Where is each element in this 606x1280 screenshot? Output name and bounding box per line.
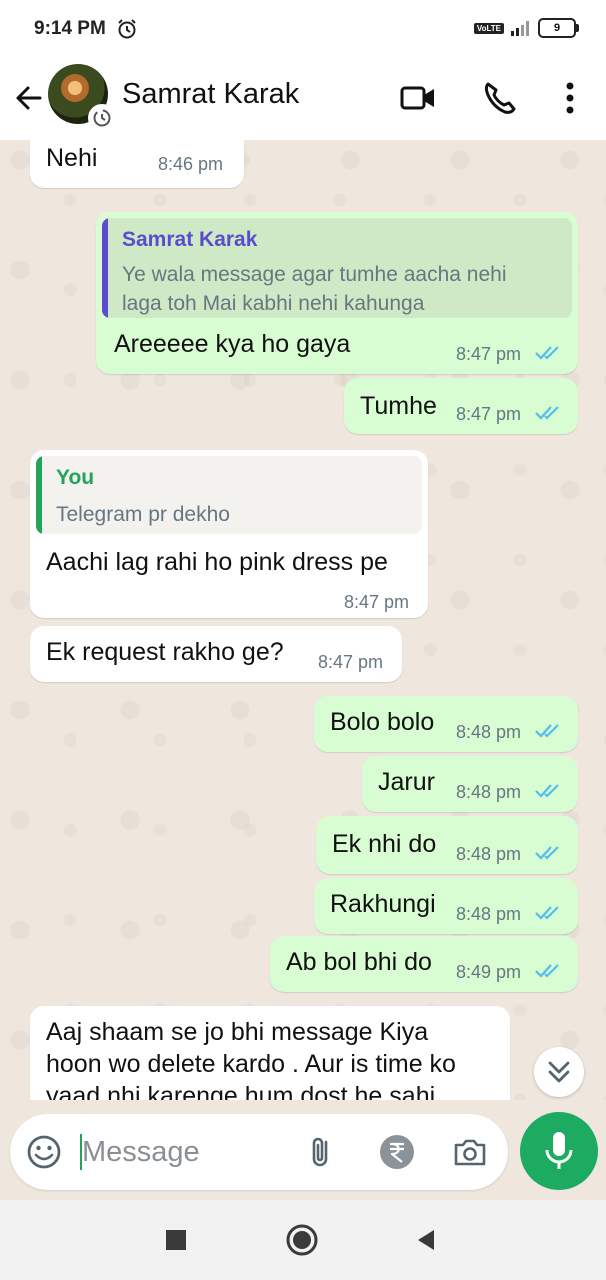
outgoing-message[interactable]: Ek nhi do 8:48 pm — [316, 816, 578, 874]
message-time: 8:49 pm — [456, 962, 522, 982]
message-composer: Message — [10, 1114, 508, 1190]
read-receipt-icon — [535, 346, 559, 360]
signal-icon — [511, 21, 529, 36]
voice-call-icon[interactable] — [478, 76, 522, 120]
back-triangle-icon[interactable] — [408, 1222, 444, 1258]
incoming-message[interactable]: Ek request rakho ge? 8:47 pm — [30, 626, 402, 682]
message-time: 8:47 pm — [318, 652, 384, 672]
status-time: 9:14 PM — [34, 18, 106, 39]
message-text: Tumhe — [360, 392, 437, 420]
message-time: 8:47 pm — [344, 592, 410, 612]
attach-icon[interactable] — [302, 1132, 342, 1172]
incoming-message[interactable]: Nehi 8:46 pm — [30, 140, 244, 188]
outgoing-message[interactable]: Samrat Karak Ye wala message agar tumhe … — [96, 212, 578, 374]
message-text-line: Aaj shaam se jo bhi message Kiya — [46, 1018, 429, 1046]
message-time: 8:46 pm — [158, 154, 224, 174]
message-time: 8:48 pm — [456, 782, 522, 802]
status-indicators: VoLTE 9 — [473, 18, 579, 38]
quoted-message[interactable]: You Telegram pr dekho — [36, 456, 422, 534]
outgoing-message[interactable]: Jarur 8:48 pm — [362, 756, 578, 812]
quote-text-line: Ye wala message agar tumhe aacha nehi — [122, 263, 507, 286]
voice-record-button[interactable] — [520, 1112, 598, 1190]
read-receipt-icon — [535, 846, 559, 860]
quote-text-line: laga toh Mai kabhi nehi kahunga — [122, 292, 425, 315]
outgoing-message[interactable]: Bolo bolo 8:48 pm — [314, 696, 578, 752]
message-text: Jarur — [378, 768, 435, 796]
message-text-line: yaad nhi karenge hum dost he sahi — [46, 1082, 436, 1100]
message-time: 8:48 pm — [456, 722, 522, 742]
quoted-message[interactable]: Samrat Karak Ye wala message agar tumhe … — [102, 218, 572, 318]
back-arrow-icon[interactable] — [10, 78, 50, 118]
message-text: Nehi — [46, 144, 98, 172]
emoji-icon[interactable] — [24, 1132, 64, 1172]
incoming-message[interactable]: You Telegram pr dekho Aachi lag rahi ho … — [30, 450, 428, 618]
outgoing-message[interactable]: Rakhungi 8:48 pm — [314, 878, 578, 934]
system-nav-bar — [0, 1200, 606, 1280]
more-options-icon[interactable] — [548, 76, 592, 120]
message-text: Ek nhi do — [332, 830, 437, 858]
disappearing-timer-icon — [88, 104, 116, 132]
message-time: 8:47 pm — [456, 344, 522, 364]
message-text: Ek request rakho ge? — [46, 638, 284, 666]
message-text: Bolo bolo — [330, 708, 435, 736]
message-text: Ab bol bhi do — [286, 948, 432, 976]
chat-header: Samrat Karak — [0, 58, 606, 140]
read-receipt-icon — [535, 964, 559, 978]
quote-bar — [102, 218, 108, 318]
video-call-icon[interactable] — [396, 76, 440, 120]
message-text: Rakhungi — [330, 890, 436, 918]
camera-icon[interactable] — [450, 1132, 490, 1172]
chat-area[interactable]: Nehi 8:46 pm Samrat Karak Ye wala messag… — [0, 140, 606, 1100]
message-text: Areeeee kya ho gaya — [114, 330, 351, 358]
read-receipt-icon — [535, 906, 559, 920]
recents-square-icon[interactable] — [158, 1222, 194, 1258]
read-receipt-icon — [535, 784, 559, 798]
alarm-icon — [118, 19, 136, 39]
contact-name[interactable]: Samrat Karak — [122, 78, 299, 111]
status-bar: 9:14 PM VoLTE 9 — [0, 0, 606, 58]
message-text-line: hoon wo delete kardo . Aur is time ko — [46, 1050, 456, 1078]
message-time: 8:47 pm — [456, 404, 522, 424]
incoming-message[interactable]: Aaj shaam se jo bhi message Kiya hoon wo… — [30, 1006, 510, 1100]
battery-icon: 9 — [538, 18, 579, 38]
microphone-icon — [545, 1132, 573, 1169]
quote-bar — [36, 456, 42, 534]
quote-sender: Samrat Karak — [122, 228, 258, 251]
message-text: Aachi lag rahi ho pink dress pe — [46, 548, 388, 576]
message-input[interactable]: Message — [82, 1136, 200, 1169]
scroll-to-bottom-button[interactable] — [534, 1047, 584, 1097]
home-circle-icon[interactable] — [284, 1222, 320, 1258]
message-time: 8:48 pm — [456, 904, 522, 924]
outgoing-message[interactable]: Ab bol bhi do 8:49 pm — [270, 936, 578, 992]
outgoing-message[interactable]: Tumhe 8:47 pm — [344, 378, 578, 434]
volte-icon: VoLTE — [473, 22, 504, 34]
double-chevron-down-icon — [548, 1061, 570, 1083]
quote-sender: You — [56, 466, 95, 489]
quote-text-line: Telegram pr dekho — [56, 503, 230, 526]
payment-rupee-icon[interactable] — [377, 1132, 417, 1172]
read-receipt-icon — [535, 406, 559, 420]
read-receipt-icon — [535, 724, 559, 738]
message-time: 8:48 pm — [456, 844, 522, 864]
